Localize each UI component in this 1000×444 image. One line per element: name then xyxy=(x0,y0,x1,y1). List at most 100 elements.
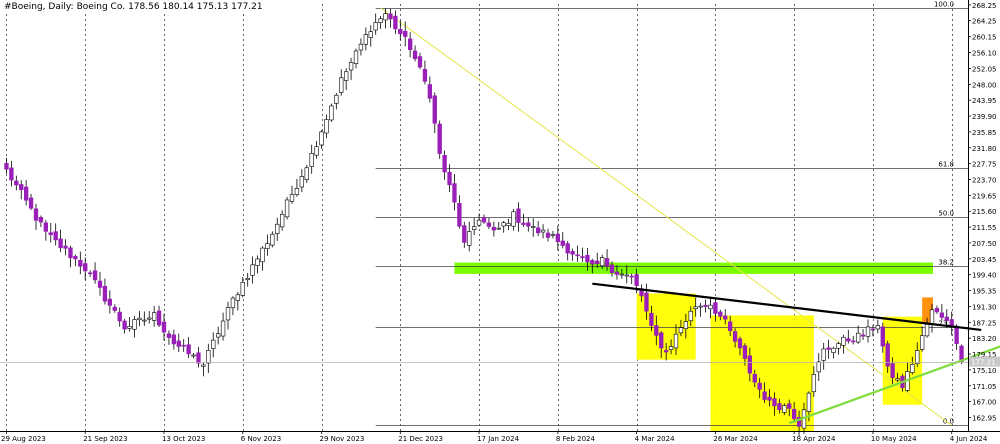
candle-body xyxy=(693,306,698,310)
candle-body xyxy=(9,167,14,181)
candle-body xyxy=(348,62,354,71)
candle-body xyxy=(629,275,634,278)
candle-body xyxy=(545,232,551,238)
candle-body xyxy=(777,403,782,411)
candle-body xyxy=(851,340,856,343)
candle-body xyxy=(279,213,285,228)
candle-body xyxy=(708,304,713,310)
x-tick-label: 29 Nov 2023 xyxy=(320,435,365,443)
y-tick-label: 183.20 xyxy=(972,335,997,343)
candle-body xyxy=(585,254,590,263)
candle-body xyxy=(663,350,669,353)
candle-body xyxy=(220,320,226,337)
candle-body xyxy=(393,15,398,30)
candle-body xyxy=(339,77,344,93)
candle-body xyxy=(240,282,245,296)
y-tick-label: 231.80 xyxy=(972,145,997,153)
zone-pattern xyxy=(710,315,814,431)
candle-body xyxy=(462,225,467,243)
candle-body xyxy=(309,153,314,167)
candle-body xyxy=(757,382,762,390)
candle-body xyxy=(19,184,24,191)
y-tick-label: 167.00 xyxy=(972,399,997,407)
candle-body xyxy=(767,396,772,401)
symbol-label: #Boeing, Daily: xyxy=(4,2,74,12)
candle-body xyxy=(275,223,280,234)
candle-body xyxy=(703,304,708,307)
ohlc-values: 178.56 180.14 175.13 177.21 xyxy=(128,2,263,12)
y-tick-label: 211.55 xyxy=(972,224,997,232)
candle-body xyxy=(747,355,753,374)
y-tick-label: 264.25 xyxy=(972,18,997,26)
fib-level-label: 50.0 xyxy=(938,210,954,218)
candle-body xyxy=(122,320,127,330)
candle-body xyxy=(555,233,561,243)
candle-body xyxy=(294,188,300,195)
candle-body xyxy=(112,306,117,311)
candle-body xyxy=(191,354,196,357)
candle-body xyxy=(831,347,836,353)
candle-body xyxy=(176,340,181,347)
candle-body xyxy=(614,271,620,275)
fib-level-label: 0.0 xyxy=(943,418,954,426)
candle-body xyxy=(880,326,885,347)
candle-body xyxy=(919,335,925,350)
candle-body xyxy=(604,258,610,267)
y-tick-label: 195.35 xyxy=(972,288,997,296)
candle-body xyxy=(4,163,9,170)
candle-body xyxy=(727,321,733,331)
candle-body xyxy=(471,226,477,230)
last-price-label: 177.21 xyxy=(971,359,996,367)
candle-body xyxy=(718,311,723,317)
candle-body xyxy=(752,373,757,383)
candle-body xyxy=(48,232,53,236)
y-tick-label: 207.50 xyxy=(972,240,997,248)
candle-body xyxy=(698,305,703,308)
candle-body xyxy=(73,256,78,260)
candle-body xyxy=(659,332,664,349)
candle-body xyxy=(506,223,511,226)
candle-body xyxy=(417,56,423,68)
y-tick-label: 171.05 xyxy=(972,383,997,391)
candle-body xyxy=(654,325,659,336)
y-tick-label: 243.95 xyxy=(972,97,997,105)
candle-body xyxy=(855,332,861,343)
candle-body xyxy=(107,298,113,306)
candle-body xyxy=(895,378,900,381)
candle-body xyxy=(102,285,108,302)
candle-body xyxy=(171,334,177,345)
candle-body xyxy=(373,22,378,31)
candlestick-chart[interactable]: 100.061.850.038.223.60.0 268.25264.25260… xyxy=(0,0,1000,444)
candle-body xyxy=(580,256,585,259)
candle-body xyxy=(334,94,339,104)
candle-body xyxy=(38,217,44,223)
candle-body xyxy=(944,316,949,321)
candle-body xyxy=(151,312,157,321)
candle-body xyxy=(33,208,39,221)
candle-body xyxy=(329,105,334,121)
candle-body xyxy=(314,146,319,156)
candle-body xyxy=(737,338,743,349)
candle-body xyxy=(929,309,935,325)
candle-body xyxy=(915,350,920,365)
y-tick-label: 162.95 xyxy=(972,414,997,422)
candle-body xyxy=(939,312,945,318)
candle-body xyxy=(511,211,516,227)
candle-body xyxy=(368,31,373,38)
candle-body xyxy=(560,240,565,246)
candle-body xyxy=(688,310,693,322)
candle-body xyxy=(299,176,305,188)
candle-body xyxy=(255,258,260,266)
candle-body xyxy=(358,43,364,51)
chart-title: #Boeing, Daily: Boeing Co. 178.56 180.14 1… xyxy=(4,2,266,12)
candle-body xyxy=(378,18,383,23)
candle-body xyxy=(501,222,506,227)
candle-body xyxy=(467,231,472,246)
candle-body xyxy=(678,327,684,334)
candle-body xyxy=(127,326,132,329)
candle-body xyxy=(132,319,137,330)
candle-body xyxy=(245,278,250,280)
y-tick-label: 235.85 xyxy=(972,129,997,137)
candle-body xyxy=(250,264,255,276)
candle-body xyxy=(841,336,846,346)
